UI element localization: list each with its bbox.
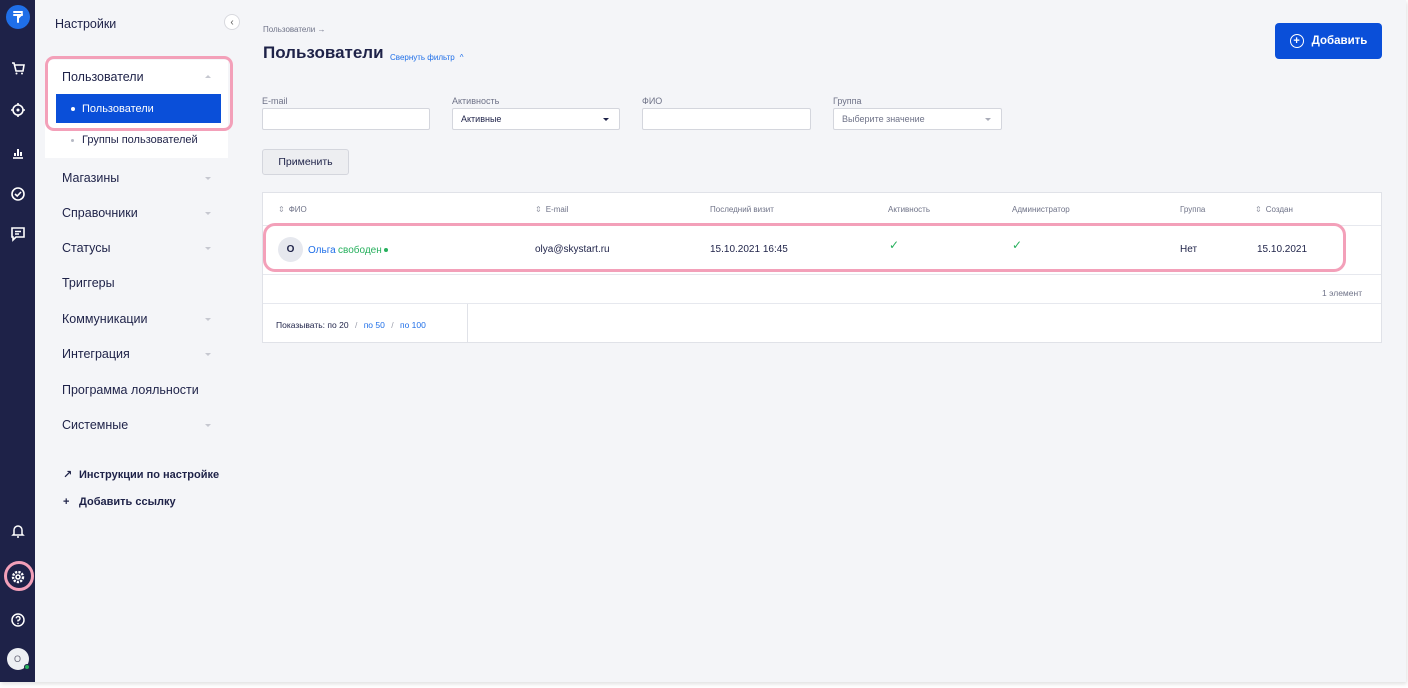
settings-highlight: [4, 561, 34, 591]
target-icon[interactable]: [0, 96, 35, 124]
column-header-email[interactable]: ⇕ E-mail: [535, 205, 568, 214]
avatar-initial: O: [13, 654, 21, 664]
app-window: O Настройки ‹ Пользователи Пользователи …: [0, 0, 1406, 682]
group-filter-label: Группа: [833, 96, 862, 106]
bullet-icon: [71, 138, 74, 142]
column-header-group[interactable]: Группа: [1180, 205, 1205, 214]
check-circle-icon[interactable]: [0, 180, 35, 208]
group-filter-select[interactable]: Выберите значение: [833, 108, 1002, 130]
chevron-left-icon: ‹: [230, 16, 234, 28]
bell-icon[interactable]: [0, 517, 35, 545]
chevron-up-icon: ^: [459, 53, 464, 62]
fio-filter-input[interactable]: [642, 108, 811, 130]
chart-icon[interactable]: [0, 139, 35, 167]
caret-down-icon: [603, 118, 609, 121]
toggle-filter-link[interactable]: Свернуть фильтр ^: [390, 53, 463, 62]
plus-circle-icon: +: [1289, 34, 1304, 48]
chevron-down-icon: [205, 318, 211, 321]
items-count: 1 элемент: [1322, 288, 1363, 298]
sidebar-item-communications[interactable]: Коммуникации: [62, 312, 148, 326]
activity-selected-value: Активные: [461, 114, 502, 124]
help-icon[interactable]: [0, 606, 35, 634]
sidebar-item-integration[interactable]: Интеграция: [62, 347, 130, 361]
setup-instructions-link[interactable]: ↗ Инструкции по настройке: [63, 468, 220, 482]
sidebar-item-statuses[interactable]: Статусы: [62, 241, 111, 255]
chevron-down-icon: [205, 177, 211, 180]
fio-filter-label: ФИО: [642, 96, 663, 106]
add-button-label: Добавить: [1311, 35, 1368, 47]
chevron-down-icon: [205, 353, 211, 356]
breadcrumb[interactable]: Пользователи →: [263, 25, 325, 34]
online-dot: [23, 664, 30, 670]
sidebar-item-system[interactable]: Системные: [62, 418, 128, 432]
page-size-50[interactable]: по 50: [364, 320, 385, 330]
collapse-sidebar-button[interactable]: ‹: [224, 14, 240, 30]
email-filter-label: E-mail: [262, 96, 288, 106]
chevron-down-icon: [205, 247, 211, 250]
page-size-100[interactable]: по 100: [400, 320, 426, 330]
row-highlight: [263, 223, 1346, 272]
sidebar-title: Настройки: [55, 17, 117, 31]
page-size-label: Показывать:: [276, 320, 326, 330]
column-label: E-mail: [545, 205, 569, 214]
separator: /: [391, 320, 394, 330]
activity-filter-label: Активность: [452, 96, 500, 106]
add-link-button[interactable]: + Добавить ссылку: [63, 496, 176, 508]
subitem-label: Группы пользователей: [82, 134, 198, 146]
add-user-button[interactable]: + Добавить: [1275, 23, 1382, 59]
sidebar-item-triggers[interactable]: Триггеры: [62, 276, 115, 290]
email-filter-input[interactable]: [262, 108, 430, 130]
sidebar-item-shops[interactable]: Магазины: [62, 171, 119, 185]
logo-icon[interactable]: [0, 3, 35, 31]
toggle-filter-label: Свернуть фильтр: [390, 53, 455, 62]
column-header-activity[interactable]: Активность: [888, 205, 930, 214]
plus-icon: +: [63, 496, 70, 508]
sidebar-subitem-user-groups[interactable]: Группы пользователей: [71, 134, 198, 146]
sidebar-item-loyalty[interactable]: Программа лояльности: [62, 383, 199, 397]
separator: /: [354, 320, 358, 330]
group-placeholder: Выберите значение: [842, 114, 925, 124]
activity-filter-select[interactable]: Активные: [452, 108, 620, 130]
chevron-down-icon: [205, 424, 211, 427]
column-header-last-visit[interactable]: Последний визит: [710, 205, 774, 214]
chat-icon[interactable]: [0, 220, 35, 248]
column-header-admin[interactable]: Администратор: [1012, 205, 1070, 214]
page-size-selector: Показывать: по 20 / по 50 / по 100: [276, 320, 426, 330]
page-title: Пользователи: [263, 43, 384, 62]
column-header-fio[interactable]: ⇕ ФИО: [278, 205, 307, 214]
row-divider: [263, 274, 1381, 275]
sidebar-item-references[interactable]: Справочники: [62, 206, 138, 220]
link-label: Инструкции по настройке: [79, 468, 220, 481]
column-header-created[interactable]: ⇕ Создан: [1255, 205, 1293, 214]
arrow-up-right-icon: ↗: [63, 469, 73, 481]
sort-icon: ⇕: [278, 205, 285, 214]
cart-icon[interactable]: [0, 54, 35, 82]
sort-icon: ⇕: [1255, 205, 1262, 214]
user-avatar[interactable]: O: [0, 645, 35, 673]
users-highlight: [45, 56, 233, 131]
column-label: Создан: [1265, 205, 1293, 214]
sort-icon: ⇕: [535, 205, 542, 214]
apply-filter-button[interactable]: Применить: [262, 149, 349, 175]
page-size-current: по 20: [327, 320, 349, 330]
caret-down-icon: [985, 118, 991, 121]
column-label: ФИО: [288, 205, 307, 214]
link-label: Добавить ссылку: [79, 496, 176, 508]
chevron-down-icon: [205, 212, 211, 215]
